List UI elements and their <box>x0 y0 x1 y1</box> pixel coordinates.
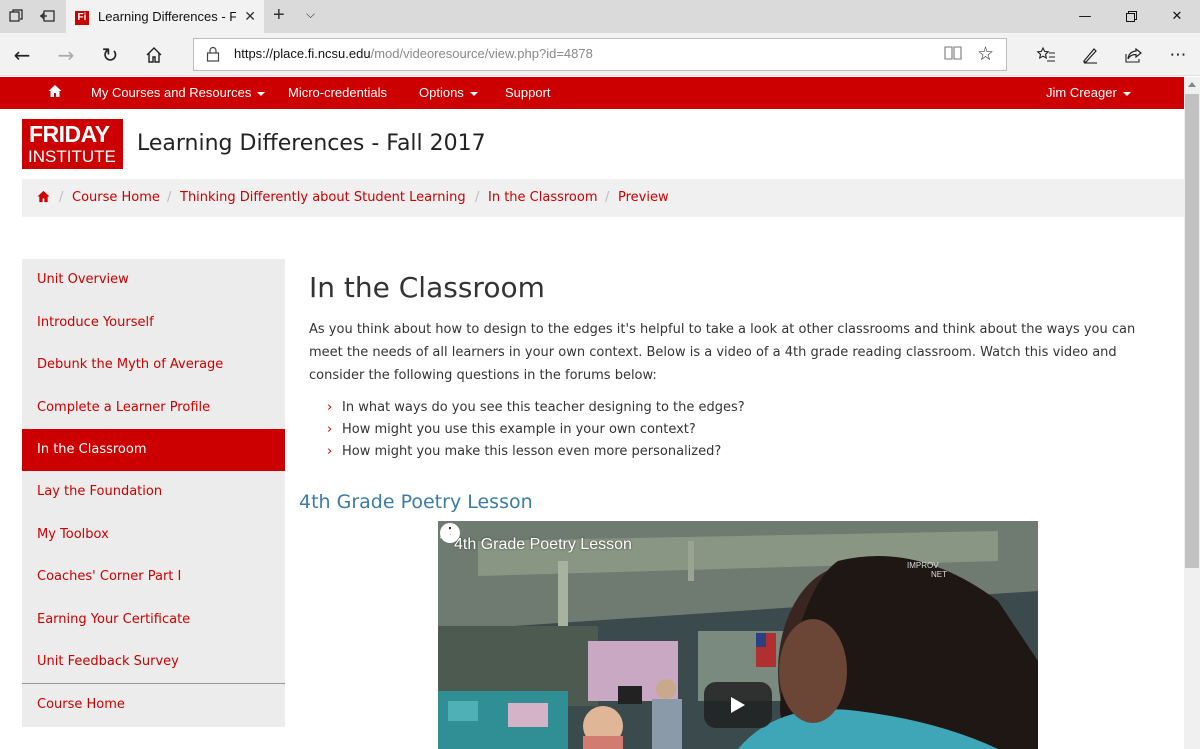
set-tabs-aside-icon[interactable] <box>37 6 57 26</box>
breadcrumb-separator: / <box>59 190 64 205</box>
web-note-pen-icon[interactable] <box>1077 42 1103 68</box>
breadcrumb-separator: / <box>167 190 172 205</box>
question-text: How might you make this lesson even more… <box>342 444 722 459</box>
new-tab-icon[interactable]: + <box>273 4 285 27</box>
sidebar-item-debunk-myth[interactable]: Debunk the Myth of Average <box>22 344 285 386</box>
minimize-window-icon[interactable]: — <box>1062 0 1108 33</box>
breadcrumb-course-home[interactable]: Course Home <box>72 190 160 205</box>
close-tab-icon[interactable]: ✕ <box>244 9 256 25</box>
play-button-icon[interactable] <box>704 682 772 728</box>
nav-options-label: Options <box>419 85 464 100</box>
nav-options-menu[interactable]: Options <box>419 85 478 100</box>
sidebar-item-course-home[interactable]: Course Home <box>22 684 285 726</box>
chevron-right-icon: › <box>327 444 333 459</box>
share-icon[interactable] <box>1121 42 1147 68</box>
sidebar-item-feedback-survey[interactable]: Unit Feedback Survey <box>22 641 285 683</box>
video-section-heading: 4th Grade Poetry Lesson <box>299 491 533 513</box>
nav-my-courses-label: My Courses and Resources <box>91 85 252 100</box>
page-title: In the Classroom <box>309 271 545 304</box>
chevron-right-icon: › <box>327 400 333 415</box>
breadcrumb-current[interactable]: Preview <box>618 190 669 205</box>
user-menu[interactable]: Jim Creager <box>1046 85 1131 100</box>
sidebar-item-introduce-yourself[interactable]: Introduce Yourself <box>22 302 285 344</box>
tab-title: Learning Differences - F <box>98 9 236 24</box>
browser-tab-bar: Fi Learning Differences - F ✕ + ⌵ — ✕ <box>0 0 1200 33</box>
tab-actions-icon[interactable] <box>6 6 26 26</box>
sidebar-item-lay-the-foundation[interactable]: Lay the Foundation <box>22 471 285 513</box>
user-name: Jim Creager <box>1046 85 1117 100</box>
favorite-star-icon[interactable]: ☆ <box>977 43 994 65</box>
breadcrumb-separator: / <box>475 190 480 205</box>
video-title: 4th Grade Poetry Lesson <box>454 536 632 553</box>
nav-micro-credentials[interactable]: Micro-credentials <box>288 85 387 100</box>
logo-line-friday: FRIDAY <box>29 121 110 147</box>
browser-address-bar: ← → ↻ https://place.fi.ncsu.edu/mod/vide… <box>0 33 1200 76</box>
refresh-icon[interactable]: ↻ <box>97 42 123 68</box>
question-text: How might you use this example in your o… <box>342 422 696 437</box>
back-arrow-icon[interactable]: ← <box>9 42 35 68</box>
lock-icon <box>206 46 220 62</box>
chevron-down-icon <box>1122 91 1131 96</box>
list-item: › How might you make this lesson even mor… <box>327 441 745 463</box>
logo-line-institute: INSTITUTE <box>28 147 116 166</box>
url-host: https://place.fi.ncsu.edu <box>234 46 371 61</box>
url-path: /mod/videoresource/view.php?id=4878 <box>370 46 593 61</box>
site-favicon-icon: Fi <box>75 11 89 25</box>
list-item: › How might you use this example in your … <box>327 419 745 441</box>
question-text: In what ways do you see this teacher des… <box>342 400 745 415</box>
tab-preview-chevron-icon[interactable]: ⌵ <box>306 7 315 22</box>
sidebar-item-earning-certificate[interactable]: Earning Your Certificate <box>22 599 285 641</box>
sidebar-item-learner-profile[interactable]: Complete a Learner Profile <box>22 387 285 429</box>
reading-view-icon[interactable] <box>944 45 962 65</box>
sidebar-item-in-the-classroom[interactable]: In the Classroom <box>22 429 285 471</box>
chevron-down-icon <box>257 91 266 96</box>
video-player[interactable]: 4th Grade Poetry Lesson IMPROV NET <box>438 521 1038 749</box>
url-field[interactable]: https://place.fi.ncsu.edu/mod/videoresou… <box>193 38 1007 71</box>
breadcrumb: / Course Home / Thinking Differently abo… <box>22 179 1184 217</box>
friday-institute-logo[interactable]: FRIDAY INSTITUTE <box>22 119 123 169</box>
forward-arrow-icon[interactable]: → <box>53 42 79 68</box>
page-scrollbar[interactable] <box>1184 77 1200 749</box>
nav-support[interactable]: Support <box>505 85 551 100</box>
watermark-line: IMPROV <box>907 561 939 570</box>
favorites-hub-icon[interactable] <box>1033 42 1059 68</box>
nav-home-icon[interactable] <box>48 84 62 101</box>
breadcrumb-unit[interactable]: Thinking Differently about Student Learn… <box>180 190 466 205</box>
question-list: › In what ways do you see this teacher de… <box>327 397 745 463</box>
video-watermark: IMPROV NET <box>907 561 947 579</box>
close-window-icon[interactable]: ✕ <box>1154 0 1200 33</box>
chevron-down-icon <box>469 91 478 96</box>
home-icon[interactable] <box>141 42 167 68</box>
course-site-title: Learning Differences - Fall 2017 <box>137 131 486 156</box>
sidebar-item-unit-overview[interactable]: Unit Overview <box>22 259 285 301</box>
restore-window-icon[interactable] <box>1108 0 1154 33</box>
nav-my-courses-menu[interactable]: My Courses and Resources <box>91 85 266 100</box>
more-options-icon[interactable]: ⋯ <box>1165 42 1191 68</box>
watermark-line: NET <box>931 570 947 579</box>
scrollbar-thumb[interactable] <box>1185 94 1199 568</box>
list-item: › In what ways do you see this teacher de… <box>327 397 745 419</box>
scroll-up-arrow-icon[interactable] <box>1188 82 1196 87</box>
breadcrumb-separator: / <box>605 190 610 205</box>
chevron-right-icon: › <box>327 422 333 437</box>
sidebar-item-coaches-corner[interactable]: Coaches' Corner Part I <box>22 556 285 598</box>
active-browser-tab[interactable]: Fi Learning Differences - F ✕ <box>66 0 264 33</box>
unit-sidebar-nav: Unit Overview Introduce Yourself Debunk … <box>22 259 285 727</box>
intro-paragraph: As you think about how to design to the … <box>309 322 1136 383</box>
url-text: https://place.fi.ncsu.edu/mod/videoresou… <box>234 46 593 61</box>
site-top-nav: My Courses and Resources Micro-credentia… <box>0 77 1184 109</box>
sidebar-item-my-toolbox[interactable]: My Toolbox <box>22 514 285 556</box>
breadcrumb-section[interactable]: In the Classroom <box>488 190 598 205</box>
breadcrumb-home-icon[interactable] <box>37 190 50 207</box>
video-share-arrow-icon[interactable] <box>438 521 460 545</box>
